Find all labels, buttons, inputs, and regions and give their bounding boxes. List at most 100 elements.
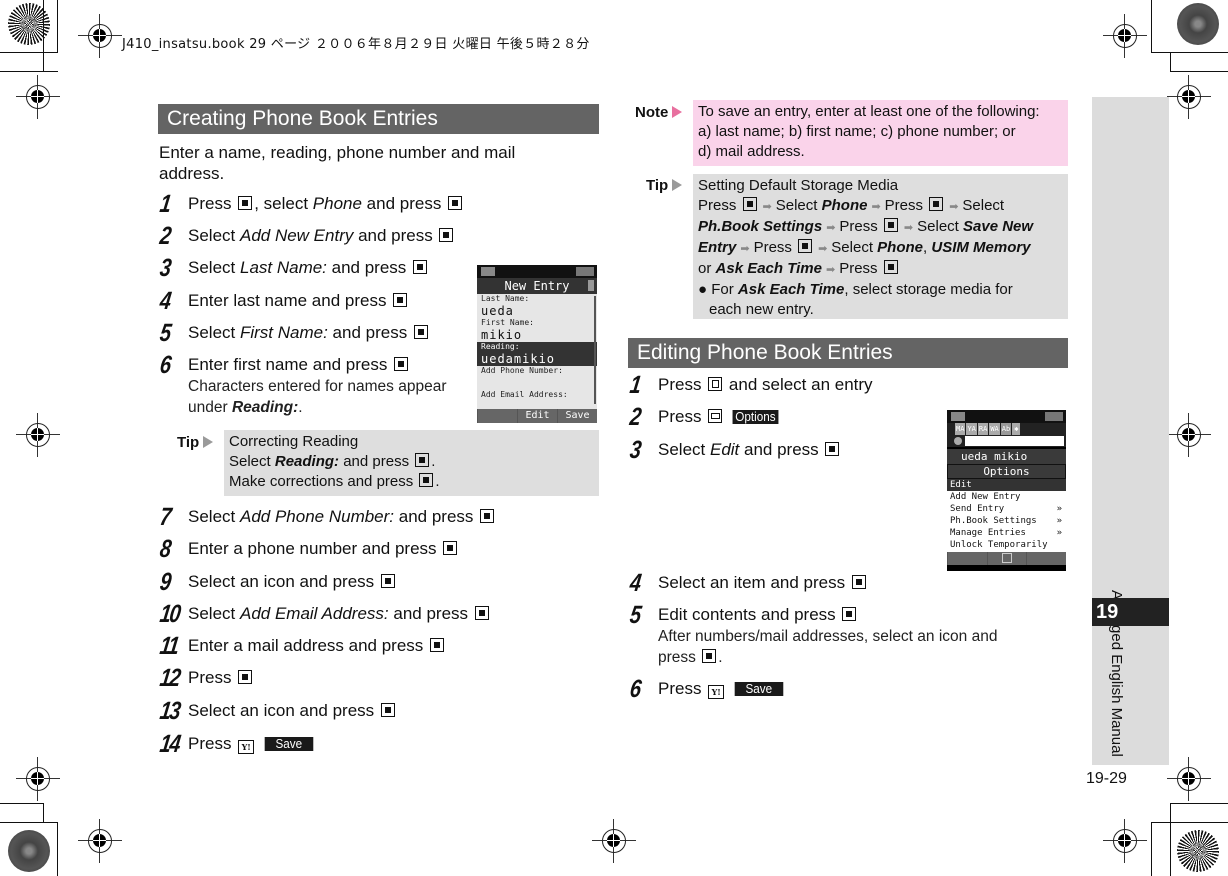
yahoo-key-icon: Y!: [238, 740, 255, 754]
crop-line: [1170, 803, 1171, 876]
center-key-icon: [825, 442, 840, 456]
field-add-email[interactable]: Add Email Address:: [477, 390, 597, 400]
print-header: J410_insatsu.book 29 ページ ２００６年８月２９日 火曜日 …: [122, 37, 590, 52]
center-key-icon: [842, 607, 857, 621]
step-6: 6 Enter first name and press Characters e…: [158, 351, 450, 418]
tip-box-default-storage: Setting Default Storage Media Press ➡ Sel…: [693, 174, 1068, 319]
step-9: 9 Select an icon and press: [158, 568, 397, 596]
options-menu: Edit Add New Entry Send Entry» Ph.Book S…: [947, 479, 1066, 552]
softkey-save[interactable]: Save: [557, 409, 597, 423]
center-key-icon: [413, 260, 428, 274]
search-field[interactable]: [947, 435, 1066, 447]
center-key-icon: [443, 541, 458, 555]
field-add-phone[interactable]: Add Phone Number:: [477, 366, 597, 390]
crop-line: [1151, 822, 1152, 876]
phone-screen-options: MA YA RA WA Ab ✱ ueda mikio Options Edit…: [947, 410, 1066, 571]
tip-box-correcting-reading: Correcting Reading Select Reading: and p…: [224, 430, 599, 496]
note-label: Note: [635, 104, 683, 121]
center-key-icon: [394, 357, 409, 371]
registration-mark: [1167, 75, 1211, 119]
center-key-icon: [883, 218, 898, 232]
entry-name: ueda mikio: [947, 449, 1066, 464]
search-icon: [954, 437, 962, 445]
menu-item-edit[interactable]: Edit: [947, 479, 1066, 491]
signal-icon: [481, 267, 495, 276]
battery-icon: [576, 267, 594, 276]
softkey-left[interactable]: [477, 409, 517, 423]
index-tab[interactable]: WA: [989, 423, 1000, 435]
step-12: 12 Press: [158, 664, 254, 692]
field-first-name[interactable]: First Name: mikio: [477, 318, 597, 342]
phonebook-key-icon: [708, 377, 723, 391]
menu-item-send-entry[interactable]: Send Entry»: [947, 503, 1066, 515]
softkey-left[interactable]: [947, 552, 987, 565]
edit-step-5: 5 Edit contents and press After numbers/m…: [628, 601, 998, 666]
center-key-icon: [798, 239, 813, 253]
crop-line: [1170, 71, 1228, 72]
step-7: 7 Select Add Phone Number: and press: [158, 503, 496, 531]
step-1: 1 Press , select Phone and press: [158, 190, 464, 218]
softkey-bar: [947, 552, 1066, 565]
field-last-name[interactable]: Last Name: ueda: [477, 294, 597, 318]
index-tab[interactable]: ✱: [1012, 423, 1021, 435]
registration-mark: [16, 413, 60, 457]
center-key-icon: [413, 325, 428, 339]
menu-item-add-new-entry[interactable]: Add New Entry: [947, 491, 1066, 503]
yahoo-key-icon: Y!: [708, 685, 725, 699]
step-5: 5 Select First Name: and press: [158, 319, 430, 347]
starburst-mark-bottom-right: [1177, 830, 1219, 872]
center-key-icon: [439, 228, 454, 242]
registration-mark: [1103, 819, 1147, 863]
center-key-icon: [474, 606, 489, 620]
arrow-icon: [672, 106, 683, 118]
center-key-icon: [702, 649, 717, 663]
step-14: 14 Press Y! Save: [158, 730, 316, 758]
softkey-center[interactable]: [986, 552, 1027, 565]
index-tab[interactable]: MA: [955, 423, 966, 435]
center-key-icon: [380, 703, 395, 717]
softkey-edit[interactable]: Edit: [517, 409, 557, 423]
edit-step-2: 2 Press Options: [628, 403, 781, 431]
crop-line: [1170, 52, 1171, 72]
step-13: 13 Select an icon and press: [158, 697, 397, 725]
chapter-number: 19: [1092, 598, 1169, 626]
note-box: To save an entry, enter at least one of …: [693, 100, 1068, 166]
menu-item-unlock-temporarily[interactable]: Unlock Temporarily: [947, 539, 1066, 551]
arrow-right-icon: ➡: [826, 222, 836, 234]
section-title-creating: Creating Phone Book Entries: [158, 104, 599, 134]
signal-icon: [951, 412, 965, 421]
crop-line: [0, 71, 58, 72]
edit-step-5-note: After numbers/mail addresses, select an …: [658, 628, 998, 666]
menu-item-manage-entries[interactable]: Manage Entries»: [947, 527, 1066, 539]
section-title-editing: Editing Phone Book Entries: [628, 338, 1068, 368]
field-reading[interactable]: Reading: uedamikio: [477, 342, 597, 366]
softkey-right[interactable]: [1026, 552, 1066, 565]
scrollbar[interactable]: [594, 296, 596, 404]
step-11: 11 Enter a mail address and press: [158, 632, 446, 660]
registration-mark: [78, 14, 122, 58]
index-tab[interactable]: Ab: [1000, 423, 1012, 435]
registration-mark: [1167, 413, 1211, 457]
arrow-right-icon: ➡: [818, 243, 828, 255]
menu-item-phbook-settings[interactable]: Ph.Book Settings»: [947, 515, 1066, 527]
submenu-arrow-icon: »: [1056, 504, 1062, 514]
save-softkey-label: Save: [734, 682, 784, 696]
crop-line: [57, 822, 58, 876]
index-tab[interactable]: RA: [977, 423, 989, 435]
options-menu-title: Options: [947, 464, 1066, 479]
intro-text: Enter a name, reading, phone number and …: [159, 143, 516, 183]
options-softkey-label: Options: [732, 410, 779, 424]
mail-key-icon: [708, 409, 723, 423]
starburst-mark-top-right: [1177, 3, 1219, 45]
center-key-icon: [393, 293, 408, 307]
chapter-side-tab: [1092, 97, 1169, 765]
center-key-icon: [929, 197, 944, 211]
step-8: 8 Enter a phone number and press: [158, 535, 459, 563]
screen-title: New Entry: [477, 278, 597, 294]
starburst-mark-bottom-left: [8, 830, 50, 872]
submenu-arrow-icon: »: [1056, 528, 1062, 538]
registration-mark: [1167, 757, 1211, 801]
center-key-icon: [742, 197, 757, 211]
arrow-right-icon: ➡: [740, 243, 750, 255]
index-tab[interactable]: YA: [966, 423, 977, 435]
